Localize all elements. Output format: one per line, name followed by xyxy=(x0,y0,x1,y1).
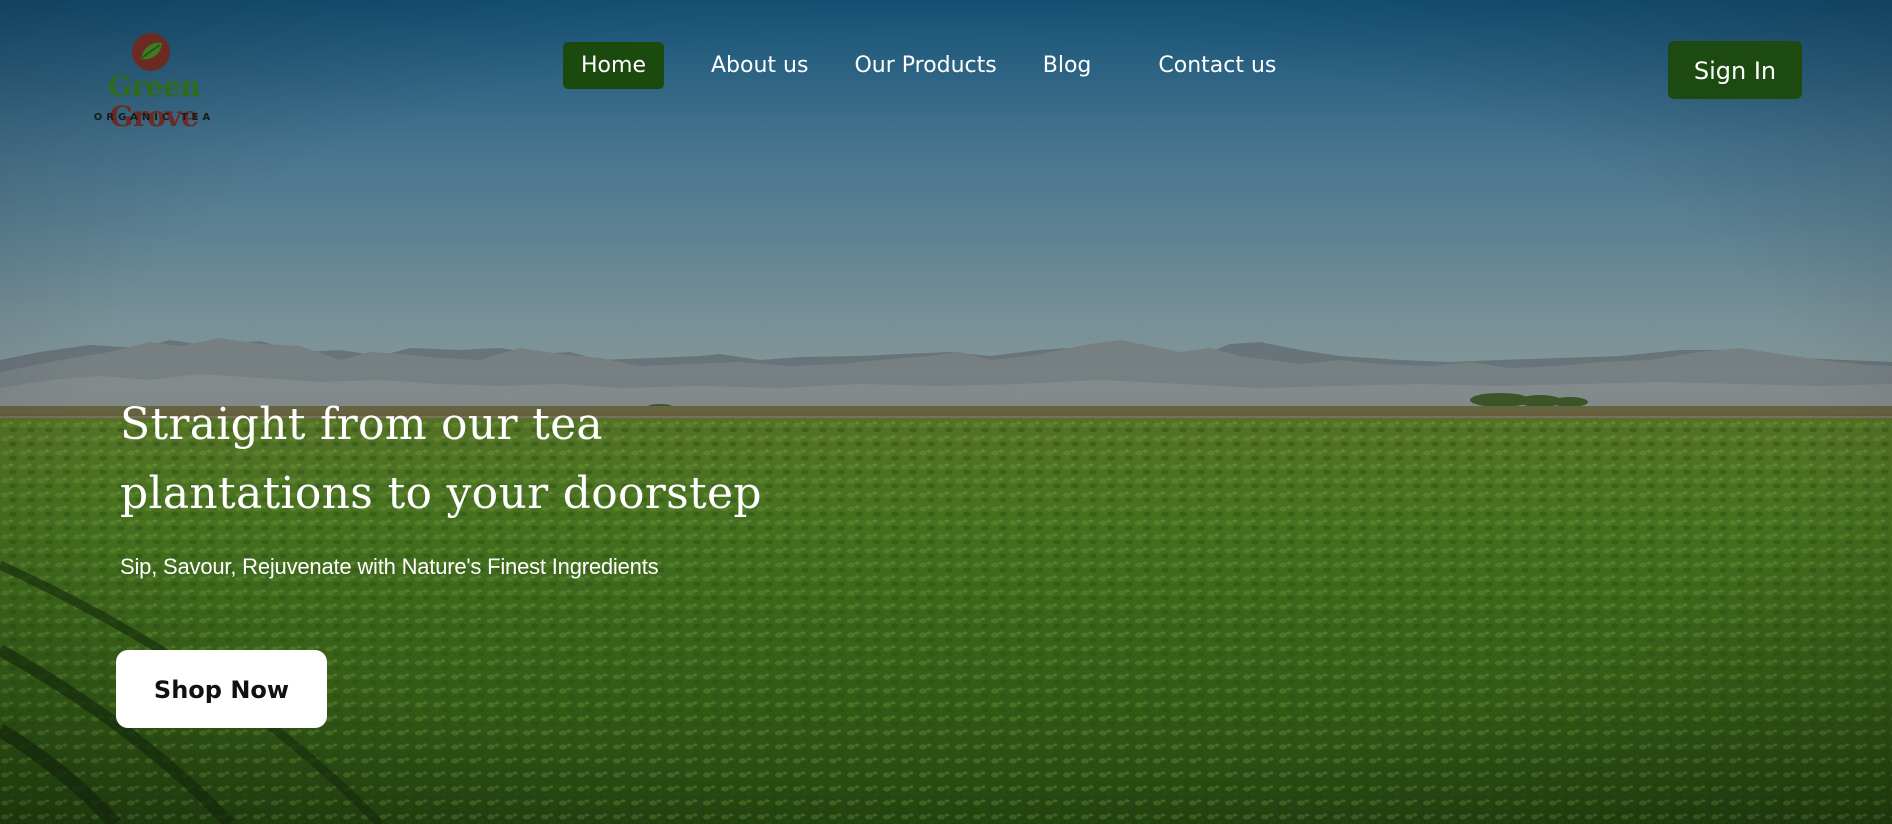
shop-now-button[interactable]: Shop Now xyxy=(116,650,327,728)
hero-subtitle: Sip, Savour, Rejuvenate with Nature's Fi… xyxy=(120,554,659,579)
main-nav: Home About us Our Products Blog Contact … xyxy=(563,42,1276,89)
brand-logo[interactable]: Green Grove ORGANIC TEA xyxy=(74,32,234,132)
nav-item-blog[interactable]: Blog xyxy=(1043,42,1092,89)
nav-item-contact-us[interactable]: Contact us xyxy=(1158,42,1276,89)
hero-headline-line2: plantations to your doorstep xyxy=(120,468,762,519)
nav-item-our-products[interactable]: Our Products xyxy=(854,42,996,89)
brand-name: Green Grove xyxy=(74,72,234,132)
hero-headline: Straight from our tea plantations to you… xyxy=(120,390,820,528)
nav-item-home[interactable]: Home xyxy=(563,42,664,89)
nav-item-about-us[interactable]: About us xyxy=(711,42,808,89)
hero-section: Green Grove ORGANIC TEA Home About us Ou… xyxy=(0,0,1892,824)
brand-tagline: ORGANIC TEA xyxy=(93,112,215,123)
hero-headline-line1: Straight from our tea xyxy=(120,399,603,450)
brand-name-part1: Green xyxy=(107,70,201,103)
leaf-icon xyxy=(132,33,170,71)
sign-in-button[interactable]: Sign In xyxy=(1668,41,1802,99)
